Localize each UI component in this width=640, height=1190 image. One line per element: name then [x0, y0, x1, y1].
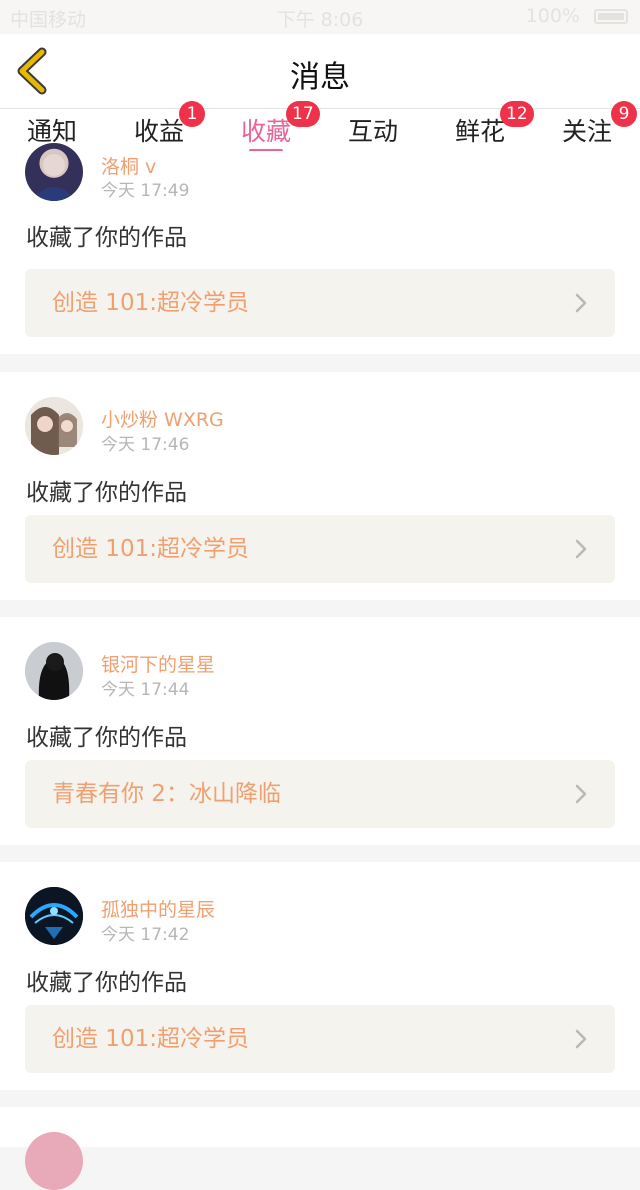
timestamp: 今天 17:42 — [101, 925, 190, 945]
avatar-icon — [25, 642, 83, 700]
tab-label: 通知 — [26, 117, 77, 146]
chevron-right-icon — [575, 784, 587, 804]
status-bar: 中国移动 下午 8:06 100% — [0, 0, 640, 34]
avatar-icon — [25, 397, 83, 455]
page-title: 消息 — [290, 60, 350, 95]
username[interactable]: 洛桐 v — [101, 152, 156, 179]
avatar-icon — [25, 887, 83, 945]
avatar[interactable] — [25, 397, 83, 455]
work-link[interactable]: 青春有你 2：冰山降临 — [25, 760, 615, 828]
tab-label: 收益 — [133, 117, 184, 146]
action-text: 收藏了你的作品 — [26, 970, 187, 996]
timestamp: 今天 17:46 — [101, 435, 190, 455]
username[interactable]: 银河下的星星 — [101, 650, 215, 677]
chevron-right-icon — [575, 539, 587, 559]
list-item: 小炒粉 WXRG 今天 17:46 收藏了你的作品 创造 101:超冷学员 — [0, 372, 640, 600]
work-title: 创造 101:超冷学员 — [52, 1026, 249, 1052]
tab-badge: 17 — [286, 101, 320, 127]
work-title: 创造 101:超冷学员 — [52, 290, 249, 316]
tab-badge: 1 — [179, 101, 205, 127]
avatar-icon — [31, 154, 77, 201]
tab-badge: 9 — [611, 101, 637, 127]
list-item: 银河下的星星 今天 17:44 收藏了你的作品 青春有你 2：冰山降临 — [0, 617, 640, 845]
work-title: 青春有你 2：冰山降临 — [52, 781, 281, 807]
action-text: 收藏了你的作品 — [26, 480, 187, 506]
timestamp: 今天 17:49 — [101, 181, 190, 201]
tab-label: 收藏 — [240, 117, 291, 146]
avatar[interactable] — [25, 642, 83, 700]
work-link[interactable]: 创造 101:超冷学员 — [25, 515, 615, 583]
list-item: 孤独中的星辰 今天 17:42 收藏了你的作品 创造 101:超冷学员 — [0, 862, 640, 1090]
avatar[interactable] — [25, 143, 83, 201]
avatar[interactable] — [25, 887, 83, 945]
username[interactable]: 小炒粉 WXRG — [101, 405, 224, 432]
action-text: 收藏了你的作品 — [26, 725, 187, 751]
tab-label: 关注 — [561, 117, 612, 146]
battery-icon — [594, 9, 628, 24]
tab-label: 互动 — [347, 117, 398, 146]
work-link[interactable]: 创造 101:超冷学员 — [25, 1005, 615, 1073]
nav-bar: 消息 — [0, 34, 640, 109]
chevron-right-icon — [575, 293, 587, 313]
tab-label: 鲜花 — [454, 117, 505, 146]
list-item: 洛桐 v 今天 17:49 收藏了你的作品 创造 101:超冷学员 — [0, 143, 640, 354]
username[interactable]: 孤独中的星辰 — [101, 895, 215, 922]
list-item — [0, 1107, 640, 1190]
work-link[interactable]: 创造 101:超冷学员 — [25, 269, 615, 337]
timestamp: 今天 17:44 — [101, 680, 190, 700]
battery-percent: 100% — [525, 5, 580, 27]
avatar[interactable] — [25, 1132, 83, 1190]
tab-badge: 12 — [500, 101, 534, 127]
chevron-right-icon — [575, 1029, 587, 1049]
work-title: 创造 101:超冷学员 — [52, 536, 249, 562]
action-text: 收藏了你的作品 — [26, 225, 187, 251]
